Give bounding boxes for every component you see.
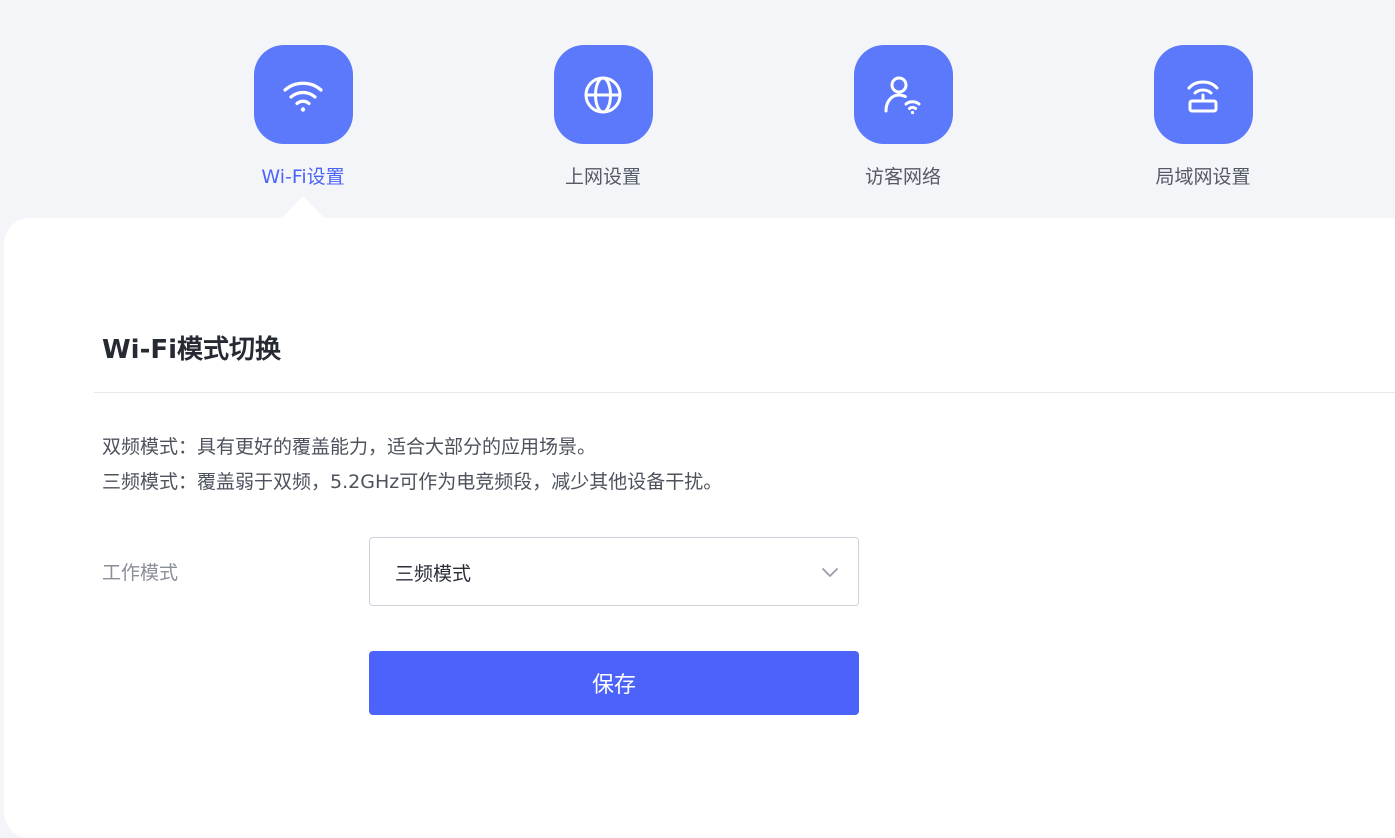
tri-band-description: 三频模式：覆盖弱于双频，5.2GHz可作为电竞频段，减少其他设备干扰。 (102, 471, 723, 493)
nav-item-guest-network[interactable]: 访客网络 (823, 45, 983, 189)
globe-icon (553, 45, 653, 144)
chevron-down-icon (822, 568, 838, 577)
nav-label-wifi-settings: Wi-Fi设置 (261, 166, 345, 188)
settings-panel (4, 218, 1395, 838)
work-mode-select[interactable]: 三频模式 (369, 537, 859, 606)
active-tab-pointer (281, 196, 325, 219)
dual-band-description: 双频模式：具有更好的覆盖能力，适合大部分的应用场景。 (102, 436, 597, 458)
work-mode-label: 工作模式 (102, 562, 179, 584)
save-button[interactable]: 保存 (369, 651, 859, 715)
section-divider (94, 392, 1395, 393)
nav-item-internet-settings[interactable]: 上网设置 (523, 45, 683, 189)
nav-label-internet-settings: 上网设置 (564, 166, 641, 188)
router-icon (1153, 45, 1253, 144)
wifi-icon (253, 45, 353, 144)
nav-label-guest-network: 访客网络 (864, 166, 941, 188)
section-title: Wi-Fi模式切换 (102, 335, 282, 365)
work-mode-selected-value: 三频模式 (395, 563, 472, 585)
nav-item-wifi-settings[interactable]: Wi-Fi设置 (223, 45, 383, 189)
top-nav: Wi-Fi设置 上网设置 访客网络 局域网设置 (0, 0, 1395, 218)
nav-label-lan-settings: 局域网设置 (1155, 166, 1251, 188)
nav-item-lan-settings[interactable]: 局域网设置 (1123, 45, 1283, 189)
guest-user-wifi-icon (853, 45, 953, 144)
